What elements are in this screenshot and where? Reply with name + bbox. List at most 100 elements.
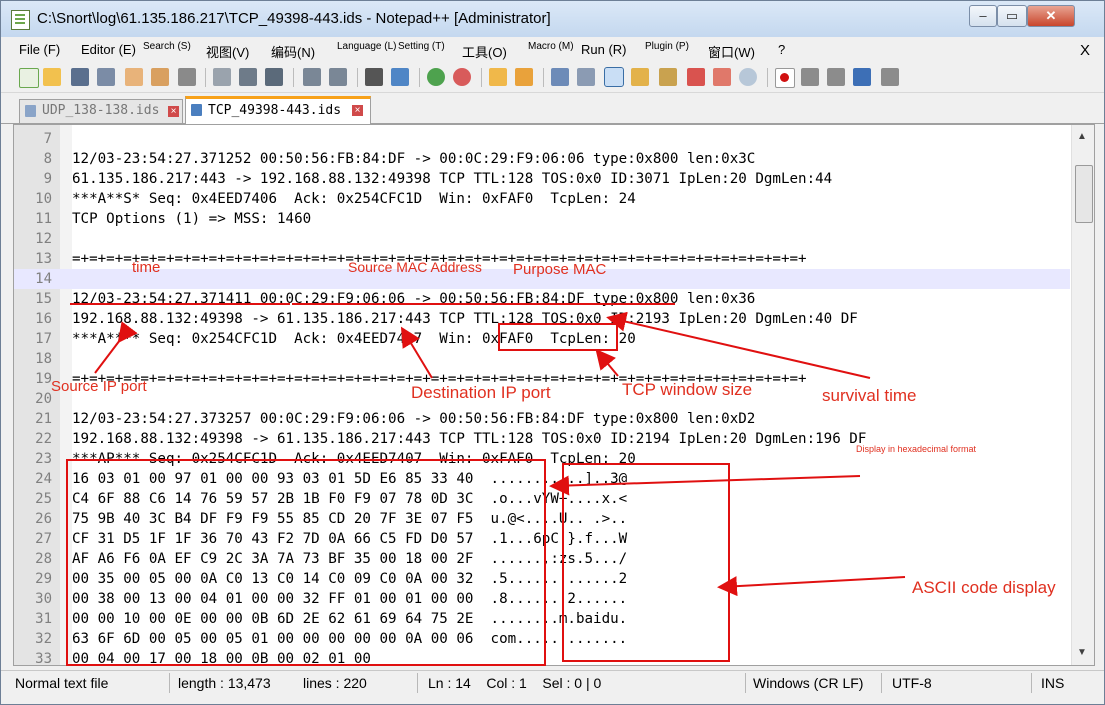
menu-search[interactable]: Search (S) [143,41,191,52]
cut-icon[interactable] [213,68,231,86]
save-icon[interactable] [71,68,89,86]
status-length: length : 13,473 [178,675,271,691]
line-number: 24 [35,471,52,487]
menu-run[interactable]: Run (R) [581,42,627,57]
folder-workspace-icon[interactable] [713,68,731,86]
menu-tools[interactable]: 工具(O) [462,42,507,61]
editor-line[interactable]: 12/03-23:54:27.371252 00:50:56:FB:84:DF … [72,149,1072,169]
sync-horizontal-icon[interactable] [515,68,533,86]
record-macro-icon[interactable] [775,68,795,88]
print-icon[interactable] [178,68,196,86]
save-macro-icon[interactable] [881,68,899,86]
editor-line[interactable]: TCP Options (1) => MSS: 1460 [72,209,1072,229]
tab-close-icon[interactable]: × [168,106,179,117]
title-bar[interactable]: C:\Snort\log\61.135.186.217\TCP_49398-44… [1,1,1104,37]
close-all-icon[interactable] [151,68,169,86]
annotation-source-ip-port: Source IP port [51,378,147,395]
tab-bar: UDP_138-138.ids × TCP_49398-443.ids × [1,93,1104,126]
status-file-type: Normal text file [15,675,109,691]
file-tab-icon [25,105,36,117]
status-insert-mode: INS [1041,675,1065,691]
redo-icon[interactable] [329,68,347,86]
paste-icon[interactable] [265,68,283,86]
scroll-thumb[interactable] [1075,165,1093,223]
run-macro-multiple-icon[interactable] [853,68,871,86]
line-number: 20 [35,391,52,407]
line-number: 31 [35,611,52,627]
zoom-out-icon[interactable] [453,68,471,86]
editor-line[interactable] [72,349,1072,369]
open-file-icon[interactable] [43,68,61,86]
menu-window[interactable]: 窗口(W) [708,42,755,61]
menu-file[interactable]: File (F) [19,42,60,57]
replace-icon[interactable] [391,68,409,86]
editor-line[interactable]: 12/03-23:54:27.371411 00:0C:29:F9:06:06 … [72,289,1072,309]
line-number: 17 [35,331,52,347]
menu-macro[interactable]: Macro (M) [528,41,574,52]
menu-editor[interactable]: Editor (E) [81,42,136,57]
tab-udp-138[interactable]: UDP_138-138.ids × [19,99,183,123]
file-tab-icon [191,104,202,116]
document-map-icon[interactable] [659,68,677,86]
line-number: 16 [35,311,52,327]
maximize-button[interactable]: ▭ [997,5,1027,27]
line-number: 30 [35,591,52,607]
sync-vertical-icon[interactable] [489,68,507,86]
status-position: Ln : 14 Col : 1 Sel : 0 | 0 [428,675,602,691]
vertical-scrollbar[interactable]: ▲ ▼ [1071,125,1094,665]
win-size-highlight-box [498,323,618,351]
editor-line[interactable]: 61.135.186.217:443 -> 192.168.88.132:493… [72,169,1072,189]
stop-macro-icon[interactable] [801,68,819,86]
line-number: 23 [35,451,52,467]
monitoring-icon[interactable] [739,68,757,86]
menu-settings[interactable]: Setting (T) [398,41,445,52]
save-all-icon[interactable] [97,68,115,86]
menu-view[interactable]: 视图(V) [206,42,249,61]
new-file-icon[interactable] [19,68,39,88]
line-number: 13 [35,251,52,267]
show-all-chars-icon[interactable] [577,68,595,86]
menu-plugin[interactable]: Plugin (P) [645,41,689,52]
close-document-x[interactable]: X [1080,42,1090,59]
editor-line[interactable] [72,129,1072,149]
line-number: 25 [35,491,52,507]
minimize-button[interactable]: – [969,5,997,27]
line-number: 14 [35,271,52,287]
editor-line[interactable]: 12/03-23:54:27.373257 00:0C:29:F9:06:06 … [72,409,1072,429]
ascii-highlight-box [562,463,730,662]
line-number: 19 [35,371,52,387]
tab-tcp-49398[interactable]: TCP_49398-443.ids × [185,96,371,126]
annotation-hex-format: Display in hexadecimal format [856,444,977,454]
tab-close-icon[interactable]: × [352,105,363,116]
close-file-icon[interactable] [125,68,143,86]
line-number: 15 [35,291,52,307]
editor-line[interactable] [72,229,1072,249]
scroll-down-icon[interactable]: ▼ [1077,647,1087,658]
status-lines: lines : 220 [303,675,367,691]
line-number: 18 [35,351,52,367]
function-list-icon[interactable] [687,68,705,86]
indent-guide-icon[interactable] [604,67,624,87]
zoom-in-icon[interactable] [427,68,445,86]
line-number: 22 [35,431,52,447]
status-eol: Windows (CR LF) [753,675,864,691]
undo-icon[interactable] [303,68,321,86]
editor-line[interactable]: =+=+=+=+=+=+=+=+=+=+=+=+=+=+=+=+=+=+=+=+… [72,369,1072,389]
line-number: 29 [35,571,52,587]
close-button[interactable]: ✕ [1027,5,1075,27]
menu-encoding[interactable]: 编码(N) [271,42,315,61]
find-icon[interactable] [365,68,383,86]
play-macro-icon[interactable] [827,68,845,86]
menu-language[interactable]: Language (L) [337,41,397,52]
copy-icon[interactable] [239,68,257,86]
editor-line[interactable] [72,389,1072,409]
line-number: 33 [35,651,52,666]
menu-bar: File (F) Editor (E) Search (S) 视图(V) 编码(… [1,38,1104,63]
word-wrap-icon[interactable] [551,68,569,86]
user-language-icon[interactable] [631,68,649,86]
annotation-purpose-mac: Purpose MAC [513,261,607,278]
menu-help[interactable]: ? [778,42,785,57]
line-number: 28 [35,551,52,567]
editor-line[interactable]: ***A**S* Seq: 0x4EED7406 Ack: 0x254CFC1D… [72,189,1072,209]
scroll-up-icon[interactable]: ▲ [1077,131,1087,142]
